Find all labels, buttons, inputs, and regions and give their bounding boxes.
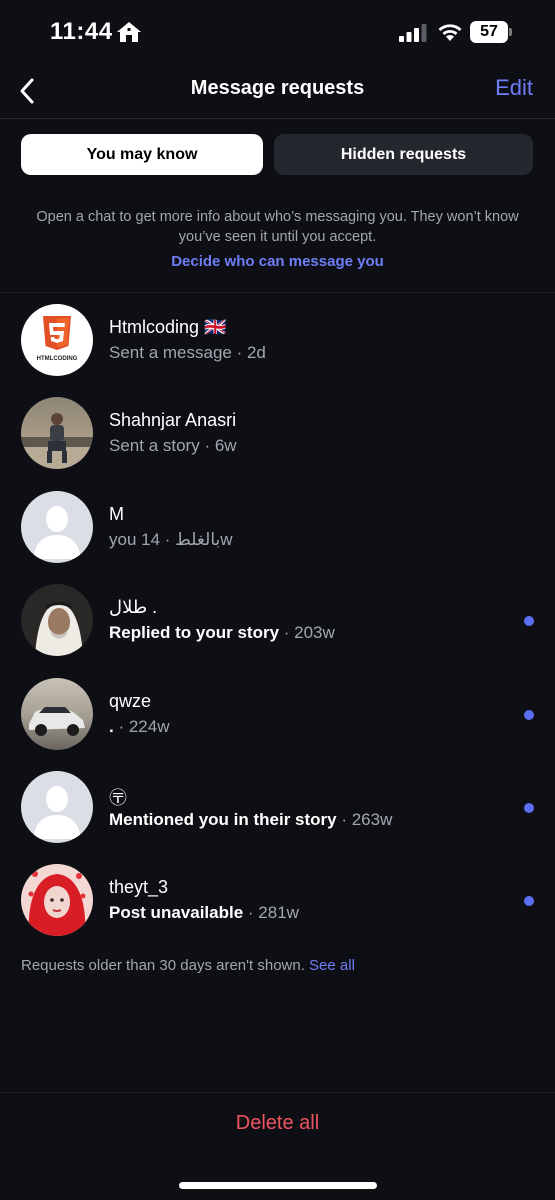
request-name: M (109, 504, 124, 524)
person-photo-icon (21, 584, 93, 656)
status-time: 11:44 (50, 18, 113, 45)
tab-hidden-requests[interactable]: Hidden requests (274, 134, 533, 175)
header: Message requests Edit (0, 66, 555, 118)
person-photo-icon (21, 864, 93, 936)
request-subtitle: Sent a message · 2d (109, 343, 266, 362)
request-subtitle: . · 224w (109, 717, 170, 736)
avatar[interactable]: HTMLCODING (21, 304, 93, 376)
request-name: 〶 (109, 788, 127, 808)
unread-dot (524, 616, 534, 626)
avatar[interactable] (21, 864, 93, 936)
request-subtitle: Sent a story · 6w (109, 436, 237, 455)
battery-tip (509, 28, 512, 36)
unread-dot (524, 803, 534, 813)
home-indicator (179, 1182, 377, 1189)
battery-icon: 57 (470, 21, 512, 45)
person-photo-icon (21, 397, 93, 469)
request-name: Htmlcoding 🇬🇧 (109, 317, 227, 337)
request-subtitle: you بالغلط · 14w (109, 530, 233, 549)
signal-icon (399, 24, 427, 42)
request-item[interactable]: M you بالغلط · 14w (0, 487, 555, 567)
battery-level: 57 (470, 21, 508, 43)
tab-you-may-know[interactable]: You may know (21, 134, 263, 175)
request-name: theyt_3 (109, 877, 169, 897)
request-subtitle: Replied to your story · 203w (109, 623, 335, 642)
avatar[interactable] (21, 678, 93, 750)
divider (0, 118, 555, 119)
request-subtitle: Post unavailable · 281w (109, 903, 299, 922)
avatar[interactable] (21, 584, 93, 656)
decide-who-can-message-link[interactable]: Decide who can message you (0, 253, 555, 270)
wifi-icon (438, 24, 462, 41)
car-photo-icon (21, 678, 93, 750)
request-name: Shahnjar Anasri (109, 410, 237, 430)
request-subtitle: Mentioned you in their story · 263w (109, 810, 393, 829)
status-bar: 11:44 57 (0, 0, 555, 66)
unread-dot (524, 896, 534, 906)
request-item[interactable]: 〶 Mentioned you in their story · 263w (0, 767, 555, 847)
avatar[interactable] (21, 771, 93, 843)
see-all-link[interactable]: See all (309, 957, 355, 974)
request-item[interactable]: qwze . · 224w (0, 674, 555, 754)
page-title: Message requests (190, 77, 365, 99)
divider (0, 292, 555, 293)
default-avatar-icon (33, 506, 81, 559)
request-name: طلال . (109, 597, 158, 617)
request-item[interactable]: Shahnjar Anasri Sent a story · 6w (0, 393, 555, 473)
avatar[interactable] (21, 397, 93, 469)
request-name: qwze (109, 691, 152, 711)
home-icon (117, 22, 141, 42)
info-text: Open a chat to get more info about who’s… (36, 209, 519, 245)
delete-all-button[interactable]: Delete all (0, 1112, 555, 1135)
default-avatar-icon (33, 786, 81, 839)
html5-logo-icon: HTMLCODING (37, 316, 78, 362)
divider (0, 1092, 555, 1093)
request-item[interactable]: HTMLCODING Htmlcoding 🇬🇧 Sent a message … (0, 300, 555, 380)
unread-dot (524, 710, 534, 720)
older-requests-note: Requests older than 30 days aren't shown… (21, 957, 355, 974)
request-item[interactable]: طلال . Replied to your story · 203w (0, 580, 555, 660)
request-item[interactable]: theyt_3 Post unavailable · 281w (0, 860, 555, 940)
html5-logo-text: HTMLCODING (37, 356, 78, 362)
avatar[interactable] (21, 491, 93, 563)
edit-button[interactable]: Edit (495, 75, 533, 101)
